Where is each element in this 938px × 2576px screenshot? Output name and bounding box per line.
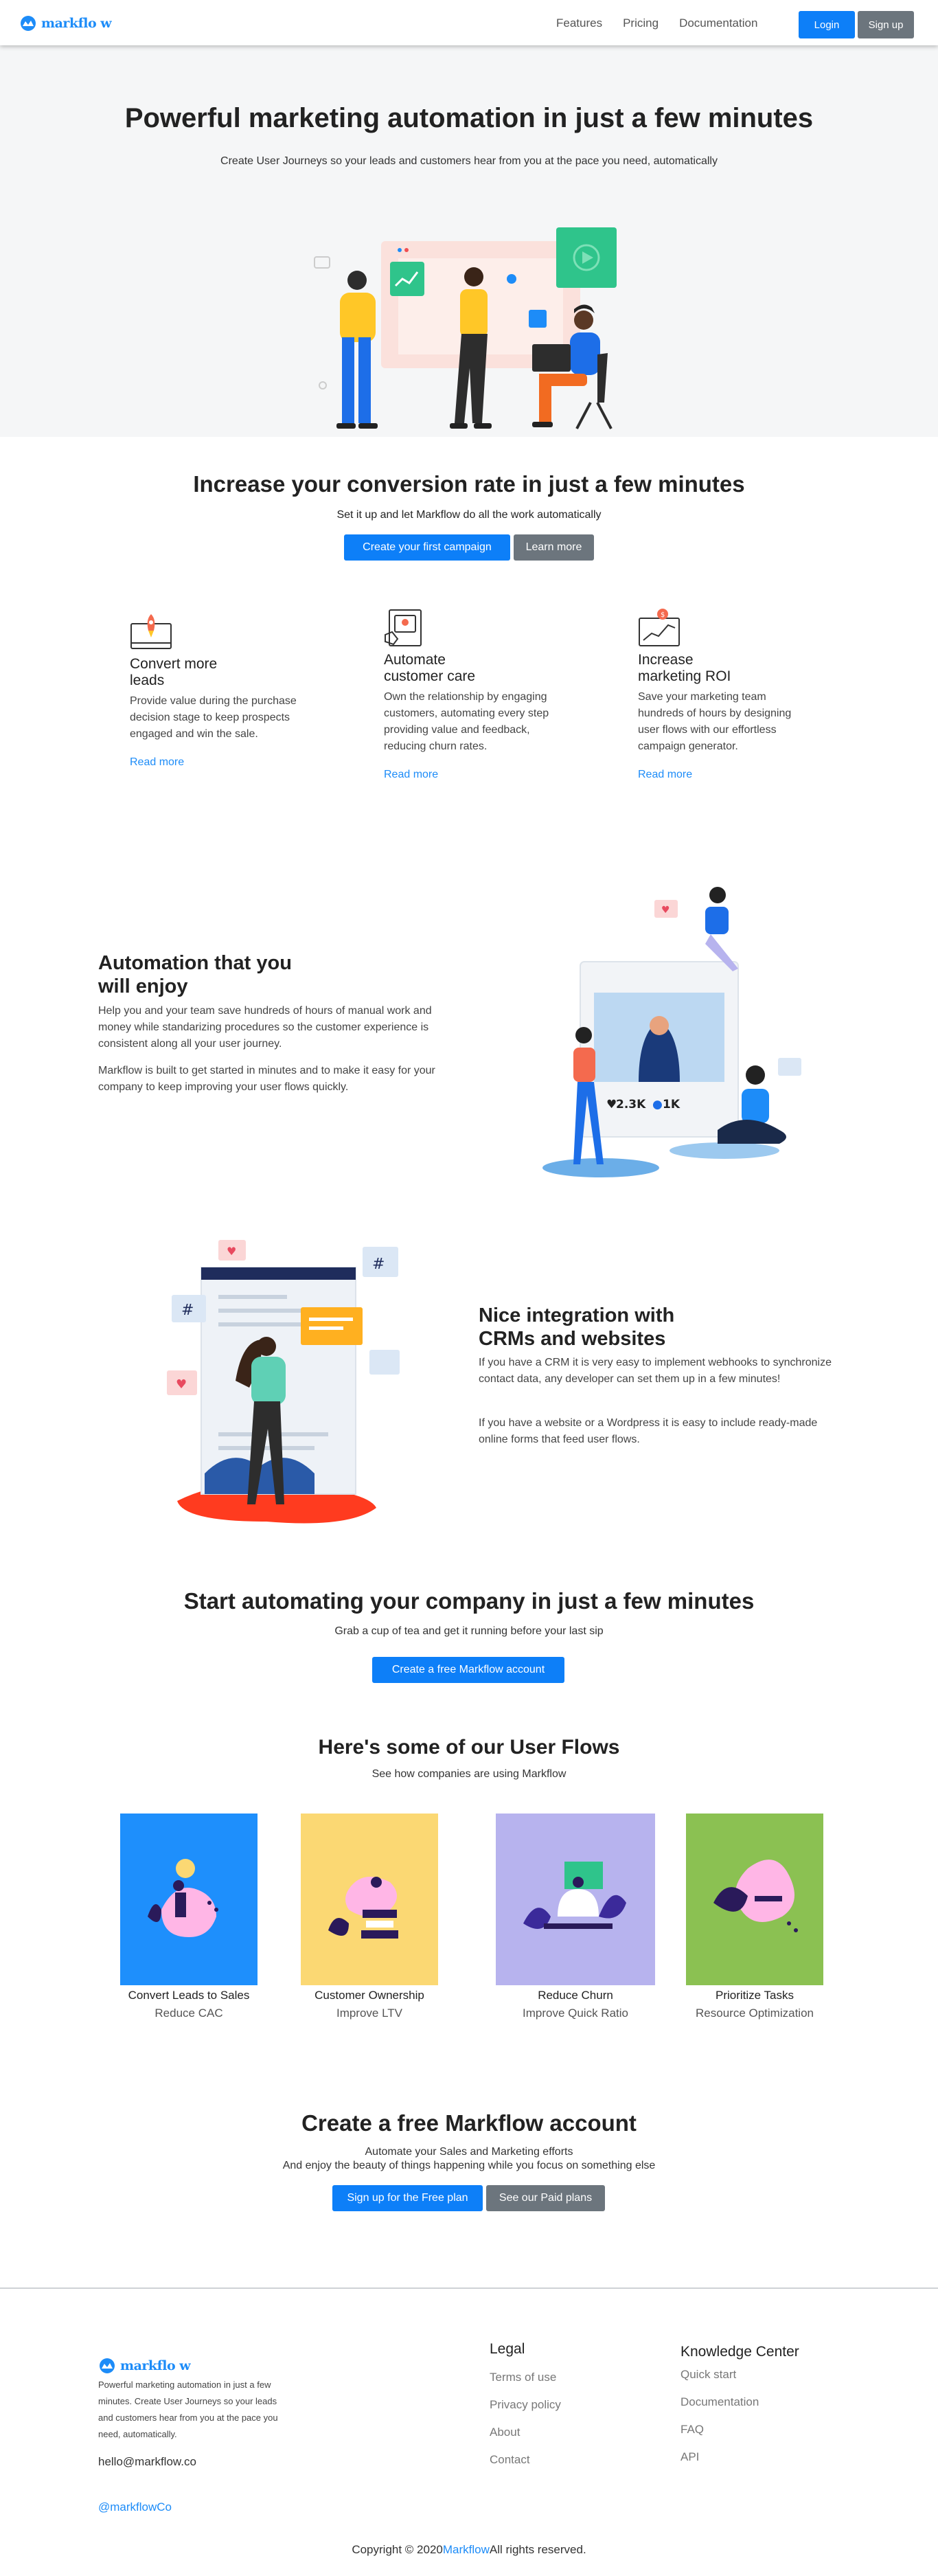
brand-name: markflo w bbox=[41, 16, 112, 31]
read-more-link[interactable]: Read more bbox=[384, 769, 556, 781]
flow-image bbox=[496, 1814, 655, 1985]
nav-link-features[interactable]: Features bbox=[556, 16, 602, 30]
final-title: Create a free Markflow account bbox=[301, 2110, 637, 2136]
hero-title: Powerful marketing automation in just a … bbox=[124, 103, 814, 133]
feature-title: Automate customer care bbox=[384, 652, 476, 684]
automation-paragraph-1: Help you and your team save hundreds of … bbox=[98, 1005, 432, 1050]
footer-social[interactable]: @markflowCo bbox=[98, 2500, 172, 2514]
roi-chart-icon: $ bbox=[639, 609, 680, 646]
flow-card-convert-leads[interactable]: Convert Leads to Sales Reduce CAC bbox=[120, 1814, 258, 2021]
rocket-icon bbox=[130, 614, 172, 649]
integration-paragraph-1: If you have a CRM it is very easy to imp… bbox=[479, 1357, 832, 1385]
integration-paragraph-2: If you have a website or a Wordpress it … bbox=[479, 1417, 818, 1445]
footer-email[interactable]: hello@markflow.co bbox=[98, 2455, 196, 2469]
footer-link-terms[interactable]: Terms of use bbox=[490, 2371, 556, 2384]
svg-text:●: ● bbox=[652, 1098, 663, 1111]
footer-link-documentation[interactable]: Documentation bbox=[680, 2395, 759, 2409]
flow-subtitle: Reduce CAC bbox=[155, 2007, 223, 2020]
flows-subtitle: See how companies are using Markflow bbox=[371, 1768, 567, 1780]
markflow-logo-icon bbox=[100, 2358, 115, 2373]
flow-subtitle: Improve LTV bbox=[336, 2007, 403, 2020]
nav-links: Features Pricing Documentation bbox=[556, 16, 778, 30]
footer-link-quick-start[interactable]: Quick start bbox=[680, 2368, 736, 2382]
footer-knowledge-title: Knowledge Center bbox=[680, 2344, 799, 2360]
svg-text:♥: ♥ bbox=[227, 1245, 236, 1258]
read-more-link[interactable]: Read more bbox=[130, 756, 301, 769]
footer-legal-title: Legal bbox=[490, 2341, 525, 2357]
learn-more-button[interactable]: Learn more bbox=[514, 534, 594, 561]
feature-convert-leads: Convert more leads Provide value during … bbox=[130, 611, 301, 769]
conversion-subtitle: Set it up and let Markflow do all the wo… bbox=[336, 509, 602, 521]
svg-text:♥: ♥ bbox=[661, 905, 670, 916]
login-button[interactable]: Login bbox=[799, 11, 855, 38]
svg-text:#: # bbox=[181, 1302, 194, 1319]
svg-text:$: $ bbox=[661, 611, 665, 619]
likes-count: 2.3K bbox=[616, 1098, 646, 1111]
flow-subtitle: Resource Optimization bbox=[696, 2007, 814, 2020]
copyright-suffix: All rights reserved. bbox=[489, 2543, 586, 2556]
flow-image bbox=[301, 1814, 438, 1985]
footer-link-privacy[interactable]: Privacy policy bbox=[490, 2398, 561, 2412]
hero-section: Powerful marketing automation in just a … bbox=[0, 45, 938, 437]
final-line-2: And enjoy the beauty of things happening… bbox=[282, 2160, 656, 2171]
flow-image bbox=[686, 1814, 823, 1985]
nav-link-pricing[interactable]: Pricing bbox=[623, 16, 659, 30]
footer-link-api[interactable]: API bbox=[680, 2450, 699, 2464]
cta-title: Start automating your company in just a … bbox=[183, 1588, 755, 1614]
flow-card-customer-ownership[interactable]: Customer Ownership Improve LTV bbox=[301, 1814, 438, 2021]
flow-title: Customer Ownership bbox=[314, 1989, 424, 2002]
hero-illustration bbox=[314, 227, 617, 429]
create-account-button[interactable]: Create a free Markflow account bbox=[372, 1657, 564, 1683]
copyright: Copyright © 2020MarkflowAll rights reser… bbox=[0, 2543, 938, 2557]
flow-card-prioritize-tasks[interactable]: Prioritize Tasks Resource Optimization bbox=[686, 1814, 823, 2021]
customer-care-icon bbox=[385, 609, 422, 646]
footer-brand[interactable]: markflo w bbox=[98, 2358, 191, 2374]
integration-title: Nice integration with CRMs and websites bbox=[479, 1304, 675, 1350]
flow-subtitle: Improve Quick Ratio bbox=[523, 2007, 628, 2020]
cta-subtitle: Grab a cup of tea and get it running bef… bbox=[334, 1625, 604, 1637]
footer-link-faq[interactable]: FAQ bbox=[680, 2423, 704, 2437]
flow-card-reduce-churn[interactable]: Reduce Churn Improve Quick Ratio bbox=[496, 1814, 655, 2021]
brand-logo[interactable]: markflo w bbox=[19, 15, 112, 32]
signup-button[interactable]: Sign up bbox=[858, 11, 914, 38]
automation-title: Automation that you will enjoy bbox=[98, 952, 292, 997]
conversion-title: Increase your conversion rate in just a … bbox=[193, 471, 745, 497]
footer-description: Powerful marketing automation in just a … bbox=[98, 2380, 278, 2439]
copyright-brand-link[interactable]: Markflow bbox=[443, 2543, 490, 2556]
feature-text: Save your marketing team hundreds of hou… bbox=[638, 691, 792, 752]
automation-illustration: ♥ 2.3K ● 1K ♥ bbox=[542, 887, 801, 1177]
flow-image bbox=[120, 1814, 258, 1985]
feature-increase-roi: $ Increase marketing ROI Save your marke… bbox=[638, 607, 810, 781]
create-campaign-button[interactable]: Create your first campaign bbox=[344, 534, 510, 561]
footer-link-contact[interactable]: Contact bbox=[490, 2453, 530, 2467]
final-line-1: Automate your Sales and Marketing effort… bbox=[365, 2146, 573, 2158]
hero-subtitle: Create User Journeys so your leads and c… bbox=[220, 155, 718, 167]
feature-automate-care: Automate customer care Own the relations… bbox=[384, 607, 556, 781]
paid-plans-button[interactable]: See our Paid plans bbox=[486, 2185, 605, 2211]
svg-text:♥: ♥ bbox=[176, 1377, 187, 1392]
comments-count: 1K bbox=[663, 1098, 680, 1111]
feature-title: Convert more leads bbox=[130, 656, 218, 688]
svg-text:♥: ♥ bbox=[606, 1098, 617, 1111]
flows-title: Here's some of our User Flows bbox=[318, 1736, 620, 1759]
feature-text: Own the relationship by engaging custome… bbox=[384, 691, 549, 752]
automation-paragraph-2: Markflow is built to get started in minu… bbox=[98, 1065, 435, 1093]
read-more-link[interactable]: Read more bbox=[638, 769, 810, 781]
footer-divider bbox=[0, 2287, 938, 2289]
footer-link-about[interactable]: About bbox=[490, 2426, 520, 2439]
footer-brand-name: markflo w bbox=[120, 2358, 191, 2373]
flow-title: Prioritize Tasks bbox=[716, 1989, 794, 2002]
navbar: markflo w Features Pricing Documentation… bbox=[0, 0, 938, 45]
svg-text:#: # bbox=[372, 1256, 385, 1273]
feature-title: Increase marketing ROI bbox=[638, 652, 731, 684]
free-plan-button[interactable]: Sign up for the Free plan bbox=[332, 2185, 483, 2211]
markflow-logo-icon bbox=[21, 16, 36, 31]
integration-illustration: # # ♥ ♥ bbox=[167, 1240, 400, 1524]
feature-text: Provide value during the purchase decisi… bbox=[130, 695, 297, 740]
copyright-prefix: Copyright © 2020 bbox=[352, 2543, 443, 2556]
flow-title: Reduce Churn bbox=[538, 1989, 613, 2002]
nav-link-documentation[interactable]: Documentation bbox=[679, 16, 757, 30]
flow-title: Convert Leads to Sales bbox=[128, 1989, 250, 2002]
